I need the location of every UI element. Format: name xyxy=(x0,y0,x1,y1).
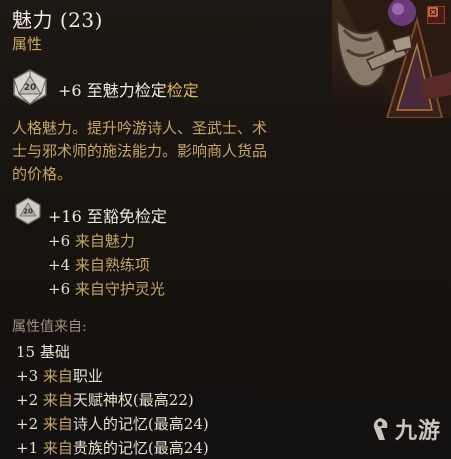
breakdown-value: 15 xyxy=(16,343,36,361)
breakdown-row: +2 来自诗人的记忆(最高24) xyxy=(16,413,209,434)
attribute-description: 人格魅力。提升吟游诗人、圣武士、术 士与邪术师的施法能力。影响商人货品 的价格。 xyxy=(12,117,312,186)
breakdown-row: +1 来自贵族的记忆(最高24) xyxy=(16,437,209,458)
breakdown-from: 来自 xyxy=(42,367,73,385)
breakdown-row: +3 来自职业 xyxy=(16,365,103,386)
source-value: +6 xyxy=(48,232,71,250)
breakdown-row: 15 基础 xyxy=(16,341,70,362)
description-line: 士与邪术师的施法能力。影响商人货品 xyxy=(12,142,268,160)
breakdown-value: +3 xyxy=(16,367,39,385)
source-from: 来自 xyxy=(74,232,105,250)
svg-text:20: 20 xyxy=(23,208,33,216)
source-value: +4 xyxy=(48,256,71,274)
source-name: 魅力 xyxy=(104,232,135,250)
d20-die-small-icon: 20 xyxy=(14,197,42,225)
watermark: 九游 xyxy=(367,413,441,445)
save-source-row: +6 来自魅力 xyxy=(48,230,135,251)
corner-badge-icon[interactable] xyxy=(427,6,445,24)
description-line: 人格魅力。提升吟游诗人、圣武士、术 xyxy=(12,119,268,137)
description-line: 的价格。 xyxy=(12,165,73,183)
ability-check-line: +6 至魅力检定检定 xyxy=(58,77,199,101)
breakdown-value: +1 xyxy=(16,439,39,457)
breakdown-label: 属性值来自: xyxy=(12,319,87,335)
attribute-title: 魅力 (23) xyxy=(12,8,103,32)
breakdown-row: +2 来自天赋神权(最高22) xyxy=(16,389,194,410)
source-name: 熟练项 xyxy=(104,256,150,274)
breakdown-from: 来自 xyxy=(42,415,73,433)
check-label-highlight: 检定 xyxy=(166,81,199,100)
character-portrait xyxy=(332,0,451,118)
save-source-row: +4 来自熟练项 xyxy=(48,254,150,275)
source-from: 来自 xyxy=(74,256,105,274)
check-modifier: +6 xyxy=(58,81,82,100)
breakdown-from: 来自 xyxy=(42,439,73,457)
breakdown-name: 职业 xyxy=(72,367,103,385)
save-modifier: +16 xyxy=(48,207,82,226)
source-from: 来自 xyxy=(74,280,105,298)
breakdown-value: +2 xyxy=(16,391,39,409)
attribute-tooltip: 魅力 (23) 属性 20 +6 至魅力检定检定 人格魅力。提升吟游诗人、圣武士… xyxy=(0,0,451,459)
breakdown-from: 来自 xyxy=(42,391,73,409)
breakdown-value: +2 xyxy=(16,415,39,433)
watermark-logo-icon xyxy=(373,418,388,440)
attribute-type-label: 属性 xyxy=(12,35,43,53)
breakdown-name: 贵族的记忆(最高24) xyxy=(72,439,209,457)
source-name: 守护灵光 xyxy=(104,280,165,298)
watermark-text: 九游 xyxy=(394,419,441,444)
save-label: 至豁免检定 xyxy=(86,207,167,226)
breakdown-name: 天赋神权(最高22) xyxy=(72,391,194,409)
source-value: +6 xyxy=(48,280,71,298)
save-source-row: +6 来自守护灵光 xyxy=(48,278,165,299)
svg-text:20: 20 xyxy=(24,83,37,93)
d20-die-icon: 20 xyxy=(12,69,48,105)
breakdown-name: 诗人的记忆(最高24) xyxy=(72,415,209,433)
breakdown-name: 基础 xyxy=(39,343,70,361)
saving-throw-line: +16 至豁免检定 xyxy=(48,203,167,227)
check-label: 至魅力检定 xyxy=(86,81,167,100)
